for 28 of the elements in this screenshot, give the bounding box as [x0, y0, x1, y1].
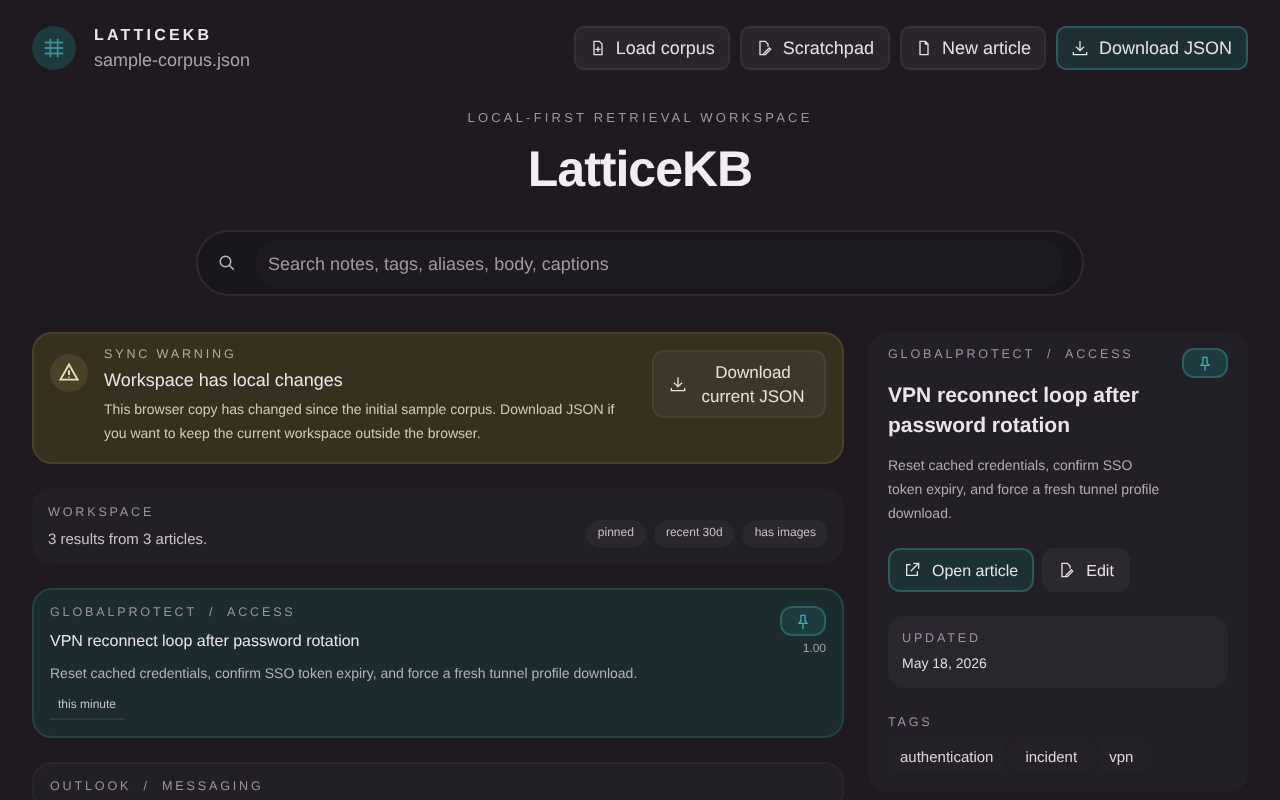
- page-title: LatticeKB: [527, 142, 753, 200]
- toolbar-button[interactable]: Load corpus: [573, 26, 731, 70]
- action-button[interactable]: Open article: [888, 548, 1035, 592]
- toolbar-button[interactable]: Scratchpad: [740, 26, 890, 70]
- article-title: VPN reconnect loop after password rotation: [888, 382, 1141, 442]
- toolbar-button[interactable]: Download JSON: [1056, 26, 1248, 70]
- logo-icon: [32, 26, 76, 70]
- download-icon: [1072, 40, 1089, 56]
- file-edit-icon: [756, 40, 773, 56]
- app-name: LATTICEKB: [94, 26, 215, 44]
- file-edit-icon: [1058, 562, 1075, 578]
- warning-title: Workspace has local changes: [104, 370, 345, 390]
- download-button[interactable]: Download current JSON: [652, 350, 826, 418]
- pin-icon: [1198, 355, 1212, 371]
- external-link-icon: [904, 562, 920, 578]
- file-name: sample-corpus.json: [94, 50, 251, 70]
- download-icon: [670, 376, 686, 392]
- file-icon: [915, 40, 932, 56]
- pin-button[interactable]: [1182, 348, 1228, 378]
- warning-icon: [50, 354, 88, 392]
- pin-icon: [796, 613, 810, 629]
- action-button[interactable]: Edit: [1042, 548, 1130, 592]
- pin-button[interactable]: [780, 606, 826, 636]
- toolbar-button[interactable]: New article: [899, 26, 1047, 70]
- file-plus-icon: [589, 40, 606, 56]
- result-title: VPN reconnect loop after password rotation: [50, 632, 362, 650]
- search-icon: [218, 254, 236, 272]
- search-field[interactable]: Search notes, tags, aliases, body, captions: [196, 230, 1084, 296]
